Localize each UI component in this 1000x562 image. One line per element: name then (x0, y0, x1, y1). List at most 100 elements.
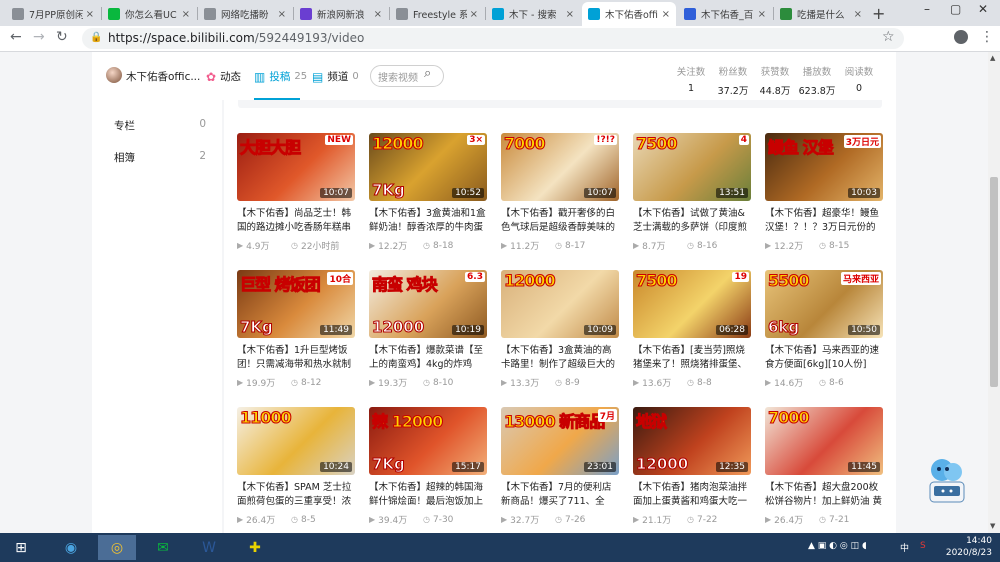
maximize-button[interactable]: ▢ (950, 2, 961, 16)
video-title[interactable]: 【木下佑香】马来西亚的速食方便面[6kg][10人份] (765, 344, 883, 372)
close-icon[interactable]: × (278, 9, 286, 20)
video-thumbnail[interactable]: 7500 4 13:51 (633, 133, 751, 201)
video-card[interactable]: 辣 12000 7Kg 15:17 【木下佑香】超辣的韩国海鲜什锦烩面！最后泡饭加上芝… (369, 407, 487, 533)
security-app-icon[interactable]: ◉ (52, 535, 90, 560)
video-thumbnail[interactable]: 辣 12000 7Kg 15:17 (369, 407, 487, 475)
video-thumbnail[interactable]: 12000 3× 7Kg 10:52 (369, 133, 487, 201)
scroll-up-icon[interactable]: ▲ (990, 54, 995, 62)
video-card[interactable]: 7500 4 13:51 【木下佑香】试做了黄油&芝士满载的多萨饼（印度煎 ▶ 8.7万 ◷… (633, 133, 751, 265)
video-thumbnail[interactable]: 7000!?!? 10:07 (501, 133, 619, 201)
video-title[interactable]: 【木下佑香】SPAM 芝士拉面煎荷包蛋的三重享受！浓厚芝 (237, 481, 355, 509)
tab-6[interactable]: 木下佑香offi × (582, 2, 676, 26)
close-icon[interactable]: × (566, 9, 574, 20)
url-text[interactable]: https://space.bilibili.com/592449193/vid… (108, 31, 364, 45)
system-clock[interactable]: 14:40 2020/8/23 (946, 535, 992, 559)
video-card[interactable]: 鳗鱼 汉堡 3万日元 10:03 【木下佑香】超豪华！鳗鱼汉堡！？！？3万日元份的试 ▶… (765, 133, 883, 265)
minimize-button[interactable]: – (924, 2, 930, 16)
video-title[interactable]: 【木下佑香】[麦当劳]照烧猪堡来了！照烧猪排蛋堡、 (633, 344, 751, 372)
page-scrollbar[interactable]: ▲ ▼ (988, 52, 1000, 533)
video-title[interactable]: 【木下佑香】试做了黄油&芝士满载的多萨饼（印度煎 (633, 207, 751, 235)
close-icon[interactable]: × (758, 9, 766, 20)
search-input[interactable]: 搜索视频 (370, 65, 444, 87)
avatar[interactable] (106, 67, 122, 83)
close-icon[interactable]: × (374, 9, 382, 20)
new-tab-button[interactable]: + (872, 4, 885, 23)
video-title[interactable]: 【木下佑香】超辣的韩国海鲜什锦烩面！最后泡饭加上芝士 (369, 481, 487, 509)
video-thumbnail[interactable]: 地狱 12000 12:35 (633, 407, 751, 475)
tab-2[interactable]: 网络吃播盼 × (198, 2, 292, 26)
tab-4[interactable]: Freestyle 系 × (390, 2, 484, 26)
sidebar-item-column[interactable]: 专栏 0 (114, 118, 206, 133)
video-thumbnail[interactable]: 鳗鱼 汉堡 3万日元 10:03 (765, 133, 883, 201)
nav-dynamic[interactable]: ✿ 动态 (206, 69, 241, 84)
tab-7[interactable]: 木下佑香_百 × (678, 2, 772, 26)
video-thumbnail[interactable]: 大胆大胆 NEW 10:07 (237, 133, 355, 201)
video-thumbnail[interactable]: 11000 10:24 (237, 407, 355, 475)
back-icon[interactable]: ← (10, 29, 22, 45)
close-icon[interactable]: × (182, 9, 190, 20)
video-card[interactable]: 5500 马来西亚 6kg 10:50 【木下佑香】马来西亚的速食方便面[6kg][10… (765, 270, 883, 402)
search-icon[interactable]: ⌕ (424, 66, 431, 81)
close-window-button[interactable]: ✕ (978, 2, 988, 16)
video-thumbnail[interactable]: 5500 马来西亚 6kg 10:50 (765, 270, 883, 338)
video-card[interactable]: 12000 3× 7Kg 10:52 【木下佑香】3盒黄油和1盒鲜奶油！醇香浓厚的牛肉蛋… (369, 133, 487, 265)
green-app-icon[interactable]: ✚ (236, 535, 274, 560)
bookmark-star-icon[interactable]: ☆ (882, 29, 895, 45)
video-thumbnail[interactable]: 13000 新商品 7月 23:01 (501, 407, 619, 475)
tab-0[interactable]: 7月PP原创闲 × (6, 2, 100, 26)
sogou-icon[interactable]: S (920, 541, 926, 551)
video-card[interactable]: 7000 11:45 【木下佑香】超大盘200枚松饼谷物片！加上鲜奶油 黄油 ▶26.… (765, 407, 883, 533)
start-button-icon[interactable]: ⊞ (2, 535, 40, 560)
omnibox[interactable]: 🔒 https://space.bilibili.com/592449193/v… (82, 28, 904, 49)
video-card[interactable]: 大胆大胆 NEW 10:07 【木下佑香】尚品芝士！韩国的路边摊小吃香肠年糕串太棒 ▶4… (237, 133, 355, 265)
video-thumbnail[interactable]: 7000 11:45 (765, 407, 883, 475)
video-thumbnail[interactable]: 12000 10:09 (501, 270, 619, 338)
video-title[interactable]: 【木下佑香】1升巨型烤饭团！只需减海带和热水就制作 (237, 344, 355, 372)
browser-menu-icon[interactable]: ⋮ (980, 29, 994, 45)
video-card[interactable]: 地狱 12000 12:35 【木下佑香】猪肉泡菜油拌面加上蛋黄酱和鸡蛋大吃一场的 ▶2… (633, 407, 751, 533)
video-title[interactable]: 【木下佑香】7月的便利店新商品！爆买了711、全家、罗 (501, 481, 619, 509)
close-icon[interactable]: × (662, 9, 670, 20)
forward-icon[interactable]: → (33, 29, 45, 45)
username[interactable]: 木下佑香offic... (126, 69, 200, 84)
video-title[interactable]: 【木下佑香】超大盘200枚松饼谷物片！加上鲜奶油 黄油 (765, 481, 883, 509)
video-title[interactable]: 【木下佑香】3盒黄油和1盒鲜奶油！醇香浓厚的牛肉蛋包饭 (369, 207, 487, 235)
video-thumbnail[interactable]: 7500 19 06:28 (633, 270, 751, 338)
word-icon[interactable]: W (190, 535, 228, 560)
mascot-image[interactable] (922, 452, 972, 512)
wechat-icon[interactable]: ✉ (144, 535, 182, 560)
video-title[interactable]: 【木下佑香】超豪华！鳗鱼汉堡！？！？3万日元份的试 (765, 207, 883, 235)
video-card[interactable]: 巨型 烤饭团 10合 7Kg 11:49 【木下佑香】1升巨型烤饭团！只需减海带和热水就… (237, 270, 355, 402)
close-icon[interactable]: × (470, 9, 478, 20)
video-card[interactable]: 7000!?!? 10:07 【木下佑香】戳开奢侈的白色气球后是超级香醇美味的布 ▶1… (501, 133, 619, 265)
close-icon[interactable]: × (854, 9, 862, 20)
close-icon[interactable]: × (86, 9, 94, 20)
profile-avatar-icon[interactable] (954, 30, 968, 44)
scroll-down-icon[interactable]: ▼ (990, 522, 995, 530)
video-title[interactable]: 【木下佑香】猪肉泡菜油拌面加上蛋黄酱和鸡蛋大吃一场的 (633, 481, 751, 509)
tab-1[interactable]: 你怎么看UC × (102, 2, 196, 26)
lock-icon[interactable]: 🔒 (90, 32, 102, 43)
video-title[interactable]: 【木下佑香】3盒黄油的高卡路里！制作了超级巨大的脆米 (501, 344, 619, 372)
nav-channels[interactable]: ▤ 频道 0 (312, 69, 359, 84)
chrome-icon[interactable]: ◎ (98, 535, 136, 560)
video-card[interactable]: 11000 10:24 【木下佑香】SPAM 芝士拉面煎荷包蛋的三重享受！浓厚芝 ▶2… (237, 407, 355, 533)
video-card[interactable]: 7500 19 06:28 【木下佑香】[麦当劳]照烧猪堡来了！照烧猪排蛋堡、 ▶ 13.… (633, 270, 751, 402)
video-card[interactable]: 13000 新商品 7月 23:01 【木下佑香】7月的便利店新商品！爆买了711、全… (501, 407, 619, 533)
video-thumbnail[interactable]: 南蛮 鸡块 6.3 12000 10:19 (369, 270, 487, 338)
video-card[interactable]: 南蛮 鸡块 6.3 12000 10:19 【木下佑香】爆款菜谱【至上的南蛮鸡】4kg的… (369, 270, 487, 402)
nav-uploads[interactable]: ▥ 投稿 25 (254, 69, 307, 84)
scrollbar-thumb[interactable] (990, 177, 998, 387)
video-title[interactable]: 【木下佑香】尚品芝士！韩国的路边摊小吃香肠年糕串太棒 (237, 207, 355, 235)
video-title[interactable]: 【木下佑香】爆款菜谱【至上的南蛮鸡】4kg的炸鸡块！淘 (369, 344, 487, 372)
sidebar-item-album[interactable]: 相簿 2 (114, 150, 206, 165)
video-thumbnail[interactable]: 巨型 烤饭团 10合 7Kg 11:49 (237, 270, 355, 338)
tab-3[interactable]: 新浪网新浪 × (294, 2, 388, 26)
video-card[interactable]: 12000 10:09 【木下佑香】3盒黄油的高卡路里！制作了超级巨大的脆米 ▶13.… (501, 270, 619, 402)
tab-5[interactable]: 木下 - 搜索 × (486, 2, 580, 26)
video-title[interactable]: 【木下佑香】戳开奢侈的白色气球后是超级香醇美味的布 (501, 207, 619, 235)
tab-8[interactable]: 吃播是什么 × (774, 2, 868, 26)
ime-indicator[interactable]: 中 (900, 541, 909, 554)
tray-icons[interactable]: ▲ ▣ ◐ ◎ ◫ ◖ (808, 541, 867, 551)
reload-icon[interactable]: ↻ (56, 29, 68, 45)
